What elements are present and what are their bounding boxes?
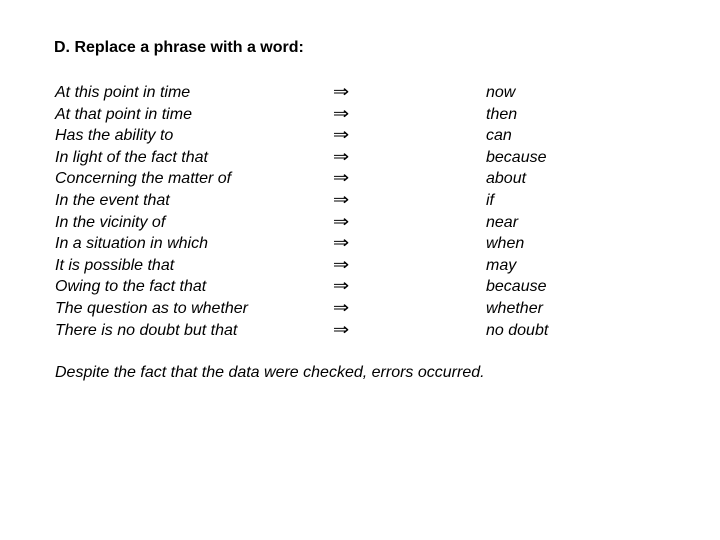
replacement-word: because	[486, 148, 547, 166]
replacement-word: when	[486, 235, 525, 253]
implies-arrow-icon: ⇒	[332, 125, 350, 146]
replacement-word: then	[486, 105, 518, 123]
replacement-word: if	[486, 191, 494, 209]
implies-arrow-icon: ⇒	[332, 254, 350, 275]
replacement-word: because	[486, 278, 547, 296]
slide-title: D. Replace a phrase with a word:	[54, 39, 304, 56]
implies-arrow-icon: ⇒	[332, 233, 350, 254]
replacement-word: whether	[486, 299, 543, 317]
phrase: Has the ability to	[55, 127, 174, 145]
implies-arrow-icon: ⇒	[332, 211, 350, 232]
implies-arrow-icon: ⇒	[332, 168, 350, 189]
phrase: There is no doubt but that	[55, 321, 238, 339]
phrase: In the event that	[55, 191, 170, 209]
replacement-word: near	[486, 213, 519, 231]
phrase: At that point in time	[55, 105, 192, 123]
phrase: It is possible that	[55, 256, 175, 274]
replacement-word: about	[486, 170, 527, 188]
phrase: In the vicinity of	[55, 213, 166, 231]
phrase: In a situation in which	[55, 235, 208, 253]
replacement-word: no doubt	[486, 321, 549, 339]
implies-arrow-icon: ⇒	[332, 146, 350, 167]
implies-arrow-icon: ⇒	[332, 103, 350, 124]
replacement-word: may	[486, 256, 517, 274]
implies-arrow-icon: ⇒	[332, 189, 350, 210]
phrase: Owing to the fact that	[55, 278, 207, 296]
phrase: In light of the fact that	[55, 148, 208, 166]
replacement-word: can	[486, 127, 512, 145]
implies-arrow-icon: ⇒	[332, 319, 350, 340]
example-sentence: Despite the fact that the data were chec…	[55, 364, 485, 381]
replacement-word: now	[486, 84, 516, 101]
phrase: The question as to whether	[55, 299, 249, 317]
phrase: At this point in time	[55, 84, 191, 101]
implies-arrow-icon: ⇒	[332, 297, 350, 318]
implies-arrow-icon: ⇒	[332, 276, 350, 297]
phrase: Concerning the matter of	[55, 170, 232, 188]
implies-arrow-icon: ⇒	[332, 82, 350, 102]
